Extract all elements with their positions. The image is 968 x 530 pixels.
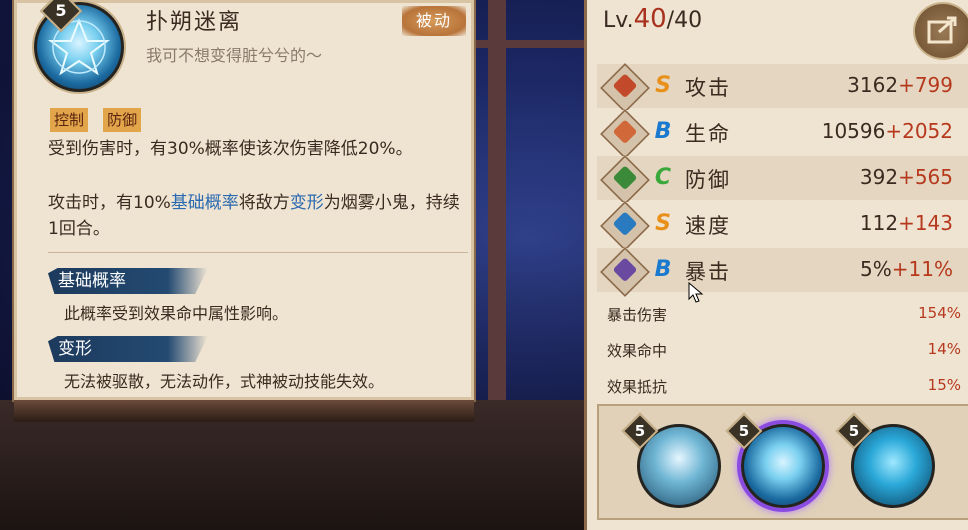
- stat-name: 防御: [685, 168, 731, 192]
- skill-icon[interactable]: 5: [34, 0, 126, 94]
- stat-row[interactable]: B 生命 10596+2052: [597, 109, 968, 159]
- skill-detail-panel: 5 扑朔迷离 我可不想变得脏兮兮的～ 被动 控制 防御 受到伤害时，有30%概率…: [12, 0, 476, 422]
- attack-icon: [600, 63, 650, 113]
- tag-control: 控制: [50, 108, 89, 132]
- level-display: Lv.40/40: [603, 4, 703, 34]
- health-icon: [600, 109, 650, 159]
- skill-description-2: 攻击时，有10%基础概率将敌方变形为烟雾小鬼，持续1回合。: [48, 193, 460, 239]
- stat-grade: S: [655, 211, 671, 236]
- skill-tags: 控制 防御: [50, 108, 151, 132]
- stat-crit-damage: 暴击伤害 154%: [607, 304, 961, 324]
- stat-row[interactable]: S 速度 112+143: [597, 201, 968, 251]
- divider: [48, 252, 468, 253]
- stat-name: 攻击: [685, 76, 731, 100]
- stat-row[interactable]: S 攻击 3162+799: [597, 63, 968, 113]
- skill-tray: 5 5 5: [597, 404, 968, 520]
- stat-effect-resist: 效果抵抗 15%: [607, 376, 961, 396]
- stat-row[interactable]: B 暴击 5%+11%: [597, 247, 968, 297]
- speed-icon: [600, 201, 650, 251]
- mouse-cursor-icon: [688, 282, 704, 303]
- stat-value: 392+565: [859, 165, 953, 189]
- crit-icon: [600, 247, 650, 297]
- stat-effect-hit: 效果命中 14%: [607, 340, 961, 360]
- beam: [474, 40, 584, 48]
- stat-value: 5%+11%: [860, 257, 953, 281]
- tag-defense: 防御: [103, 108, 142, 132]
- panel-bottom-strip: [14, 400, 474, 422]
- keyword-transform[interactable]: 变形: [290, 193, 324, 213]
- term-text-transform: 无法被驱散，无法动作，式神被动技能失效。: [64, 372, 385, 391]
- stat-name: 生命: [685, 122, 731, 146]
- stat-grade: B: [654, 257, 672, 282]
- stat-name: 速度: [685, 214, 731, 238]
- term-text-base-chance: 此概率受到效果命中属性影响。: [64, 304, 289, 323]
- skill-name: 扑朔迷离: [146, 10, 243, 35]
- term-heading-base-chance: 基础概率: [48, 268, 208, 294]
- passive-tag: 被动: [402, 6, 466, 36]
- stat-grade: B: [654, 119, 672, 144]
- stat-value: 112+143: [859, 211, 953, 235]
- skill-description-1: 受到伤害时，有30%概率使该次伤害降低20%。: [48, 139, 413, 159]
- share-button[interactable]: [913, 2, 968, 60]
- share-icon: [927, 16, 957, 44]
- pillar: [488, 0, 506, 400]
- skill-quote: 我可不想变得脏兮兮的～: [146, 46, 323, 65]
- stat-row[interactable]: C 防御 392+565: [597, 155, 968, 205]
- stats-panel: Lv.40/40 S 攻击 3162+799 B 生命 10596+2052 C 防御 392+…: [584, 0, 968, 530]
- defense-icon: [600, 155, 650, 205]
- term-heading-transform: 变形: [48, 336, 208, 362]
- stat-grade: S: [655, 73, 671, 98]
- stat-value: 10596+2052: [821, 119, 953, 143]
- stat-value: 3162+799: [847, 73, 953, 97]
- stat-grade: C: [654, 165, 672, 190]
- keyword-base-chance[interactable]: 基础概率: [171, 193, 239, 213]
